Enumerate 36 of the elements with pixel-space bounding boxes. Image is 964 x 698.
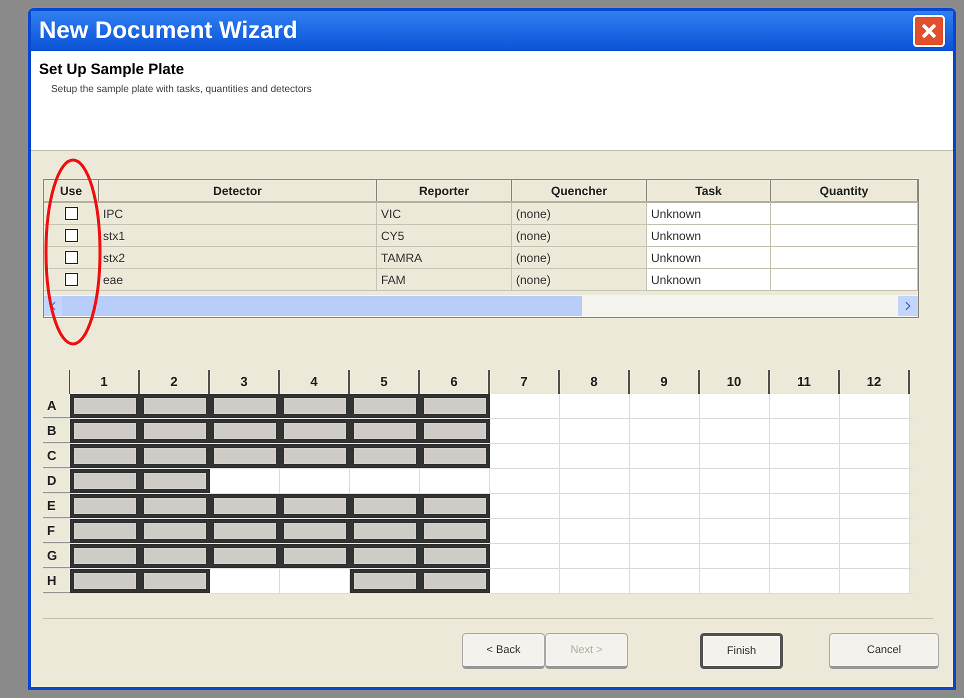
used-well[interactable] <box>70 569 140 593</box>
used-well[interactable] <box>70 394 140 418</box>
table-cell: Unknown <box>647 269 771 290</box>
used-well[interactable] <box>420 444 490 468</box>
used-well[interactable] <box>70 494 140 518</box>
close-button[interactable] <box>913 15 945 47</box>
wizard-button[interactable]: < Back <box>462 633 545 669</box>
table-cell: Unknown <box>647 203 771 224</box>
used-well[interactable] <box>420 569 490 593</box>
used-well[interactable] <box>420 394 490 418</box>
use-checkbox[interactable] <box>65 207 78 220</box>
used-well[interactable] <box>420 419 490 443</box>
window-title: New Document Wizard <box>39 16 298 46</box>
wizard-button[interactable]: Finish <box>700 633 783 669</box>
table-cell: Unknown <box>647 247 771 268</box>
used-well[interactable] <box>70 444 140 468</box>
used-well[interactable] <box>420 494 490 518</box>
used-well[interactable] <box>140 569 210 593</box>
used-well[interactable] <box>70 544 140 568</box>
used-well[interactable] <box>70 419 140 443</box>
used-well[interactable] <box>70 469 140 493</box>
used-well[interactable] <box>350 569 420 593</box>
use-checkbox[interactable] <box>65 273 78 286</box>
used-well[interactable] <box>420 544 490 568</box>
use-checkbox[interactable] <box>65 251 78 264</box>
used-well[interactable] <box>420 519 490 543</box>
wizard-button[interactable]: Cancel <box>829 633 939 669</box>
scroll-right-button[interactable] <box>898 296 918 316</box>
table-cell: Unknown <box>647 225 771 246</box>
used-well[interactable] <box>70 519 140 543</box>
use-checkbox[interactable] <box>65 229 78 242</box>
scrollbar-thumb[interactable] <box>62 296 582 316</box>
page-title: Set Up Sample Plate <box>39 60 186 80</box>
close-icon <box>920 22 938 40</box>
used-well[interactable] <box>140 469 210 493</box>
page-subtitle: Setup the sample plate with tasks, quantities and detectors <box>50 82 313 96</box>
